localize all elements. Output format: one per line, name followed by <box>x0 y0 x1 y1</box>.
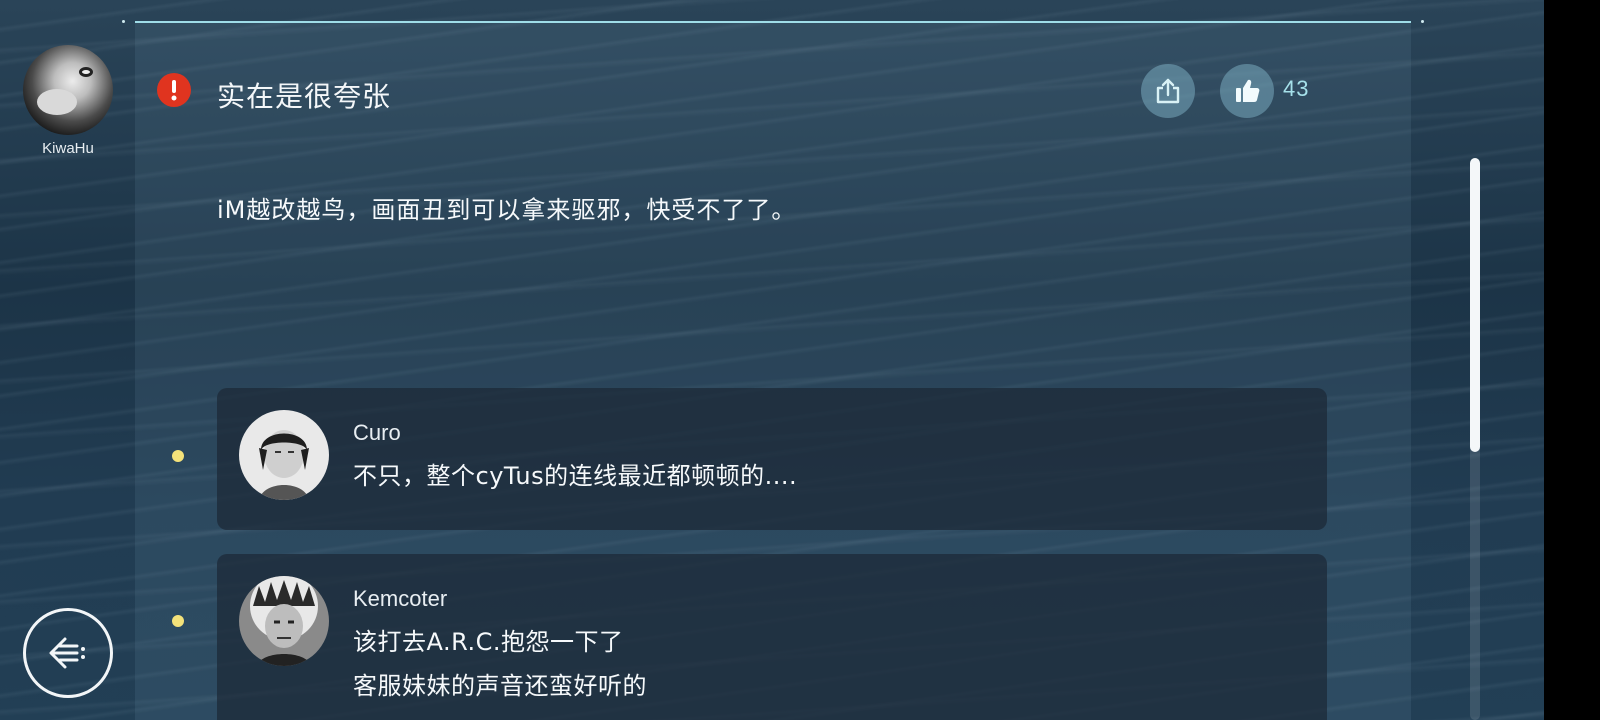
user-avatar[interactable] <box>23 45 113 135</box>
reply-author[interactable]: Curo <box>353 420 401 446</box>
post-body: iM越改越鸟，画面丑到可以拿来驱邪，快受不了了。 <box>217 196 797 224</box>
scrollbar-thumb[interactable] <box>1470 158 1480 452</box>
reply-author[interactable]: Kemcoter <box>353 586 447 612</box>
share-icon <box>1156 78 1180 104</box>
reply-indicator-dot <box>172 615 184 627</box>
reply-text-line-1: 该打去A.R.C.抱怨一下了 <box>353 628 624 656</box>
reply-text: 不只，整个cyTus的连线最近都顿顿的.... <box>353 462 798 490</box>
user-name[interactable]: KiwaHu <box>23 140 113 157</box>
reply-avatar[interactable] <box>239 410 329 500</box>
back-arrow-icon <box>49 637 85 669</box>
reply-text-line-2: 客服妹妹的声音还蛮好听的 <box>353 672 647 700</box>
avatar-eye <box>79 67 93 77</box>
screen-edge <box>1544 0 1600 720</box>
reply-card[interactable]: Kemcoter 该打去A.R.C.抱怨一下了 客服妹妹的声音还蛮好听的 <box>217 554 1327 720</box>
border-dot-right <box>1421 20 1424 23</box>
like-button[interactable] <box>1220 64 1274 118</box>
like-count: 43 <box>1283 76 1310 101</box>
share-button[interactable] <box>1141 64 1195 118</box>
reply-indicator-dot <box>172 450 184 462</box>
thumbs-up-icon <box>1236 79 1260 102</box>
border-dot-left <box>122 20 125 23</box>
avatar-snout <box>37 89 77 115</box>
reply-card[interactable]: Curo 不只，整个cyTus的连线最近都顿顿的.... <box>217 388 1327 530</box>
back-button[interactable] <box>23 608 113 698</box>
reply-avatar[interactable] <box>239 576 329 666</box>
exclamation-circle-icon <box>157 73 191 107</box>
post-title: 实在是很夸张 <box>217 80 392 113</box>
